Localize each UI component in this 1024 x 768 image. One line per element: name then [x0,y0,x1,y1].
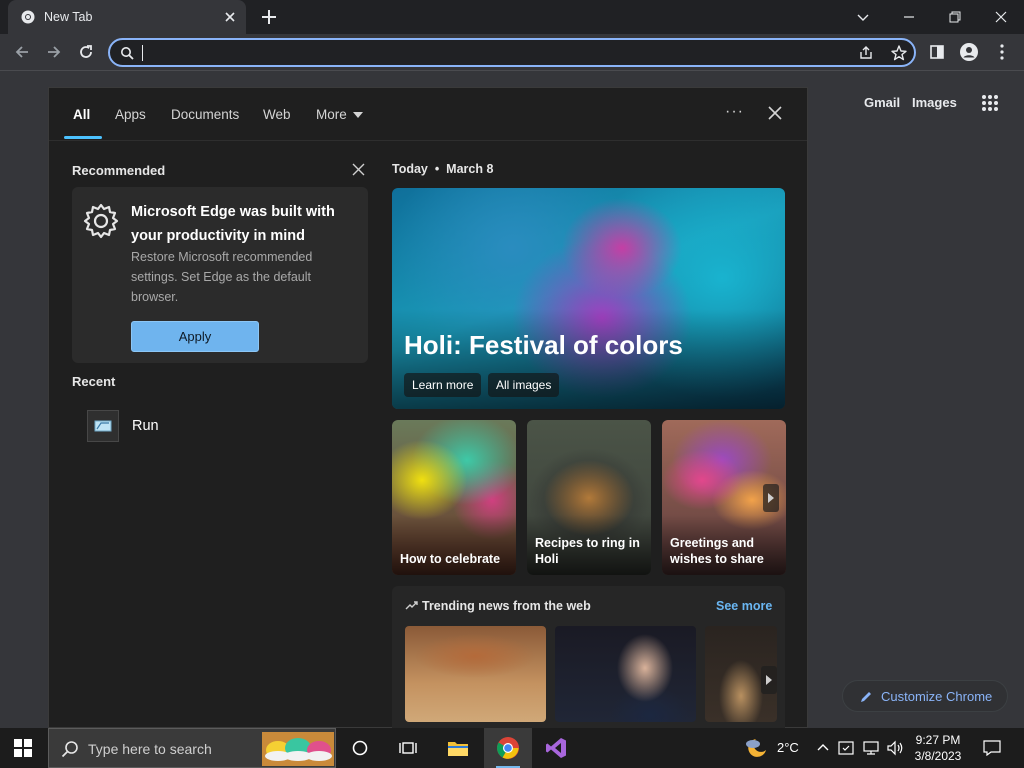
customize-chrome-button[interactable]: Customize Chrome [842,680,1008,712]
omnibox[interactable] [108,38,916,67]
restore-icon[interactable] [945,7,965,27]
tab-close-icon[interactable] [223,10,237,24]
file-explorer-icon[interactable] [434,728,482,768]
taskbar: Type here to search 2°C 9:27 PM 3/8/2023 [0,728,1024,768]
close-window-icon[interactable] [991,7,1011,27]
visual-studio-icon[interactable] [532,728,580,768]
share-icon[interactable] [858,45,874,61]
gear-icon [82,202,120,240]
recommended-heading: Recommended [72,163,166,178]
trending-icon [405,600,418,610]
apply-button[interactable]: Apply [131,321,259,352]
title-bar: New Tab [0,0,1024,34]
clock-time: 9:27 PM [915,733,961,747]
tab-apps[interactable]: Apps [115,107,146,122]
bullet-separator: • [431,162,447,176]
trending-news-section: Trending news from the web See more [392,586,785,728]
windows-search-panel: All Apps Documents Web More ··· Recommen… [48,87,808,728]
hero-image-card[interactable]: Holi: Festival of colors Learn more All … [392,188,785,409]
left-column: Recommended Microsoft Edge was built wit… [49,140,379,728]
tab-title: New Tab [44,10,93,24]
run-dialog-icon [87,410,119,442]
customize-chrome-label: Customize Chrome [881,689,993,704]
tab-search-chevron-icon[interactable] [853,7,873,27]
tab-documents[interactable]: Documents [171,107,239,122]
forward-arrow-icon[interactable] [44,42,64,62]
reload-icon[interactable] [76,42,96,62]
close-panel-icon[interactable] [768,106,782,120]
trending-heading: Trending news from the web [422,599,591,613]
clock-date: 3/8/2023 [914,749,962,763]
security-shield-icon[interactable] [838,740,854,756]
weather-moon-icon[interactable] [744,736,770,760]
temperature-label: 2°C [777,740,799,755]
tab-more[interactable]: More [316,107,347,122]
today-date: March 8 [446,162,494,176]
card-label: How to celebrate [400,552,501,566]
clock[interactable]: 9:27 PM 3/8/2023 [912,732,964,764]
tab-all[interactable]: All [73,107,90,122]
news-thumbnail[interactable] [405,626,546,722]
menu-kebab-icon[interactable] [992,42,1012,62]
back-arrow-icon[interactable] [12,42,32,62]
pencil-icon [859,690,873,704]
dismiss-recommended-icon[interactable] [352,163,365,176]
browser-tab[interactable]: New Tab [8,0,246,34]
images-link[interactable]: Images [912,95,957,110]
right-column: Today • March 8 Holi: Festival of colors… [379,140,807,728]
network-icon[interactable] [862,740,880,756]
card-label: Greetings and wishes to share [670,536,764,566]
recommended-card: Microsoft Edge was built with your produ… [72,187,368,363]
bookmark-star-icon[interactable] [890,44,908,62]
new-tab-plus-icon[interactable] [260,8,278,26]
notifications-icon[interactable] [983,740,1001,756]
chrome-favicon-icon [21,10,35,24]
search-icon [61,740,79,758]
cortana-icon[interactable] [336,728,384,768]
news-next-arrow-icon[interactable] [761,666,777,694]
gmail-link[interactable]: Gmail [864,95,900,110]
chrome-icon[interactable] [484,728,532,768]
recent-item-run[interactable]: Run [87,409,327,443]
volume-icon[interactable] [886,740,904,756]
taskbar-search-placeholder: Type here to search [88,741,212,757]
caret-down-icon[interactable] [353,112,363,118]
recommended-title: Microsoft Edge was built with your produ… [131,204,335,244]
windows-start-icon[interactable] [14,739,32,757]
side-panel-icon[interactable] [927,42,947,62]
learn-more-button[interactable]: Learn more [404,373,482,397]
show-hidden-icons-chevron-icon[interactable] [816,740,830,754]
hero-title: Holi: Festival of colors [404,330,683,360]
recent-heading: Recent [72,374,116,389]
today-date-line: Today • March 8 [392,162,493,176]
taskbar-search-box[interactable]: Type here to search [48,728,336,768]
toolbar [0,34,1024,71]
see-more-link[interactable]: See more [716,599,772,613]
google-apps-grid-icon[interactable] [981,94,999,112]
card-how-to-celebrate[interactable]: How to celebrate [392,420,516,575]
all-images-button[interactable]: All images [488,373,560,397]
card-label: Recipes to ring in Holi [535,536,640,566]
text-cursor [142,45,143,61]
news-thumbnail[interactable] [555,626,696,722]
active-tab-indicator [64,136,102,139]
today-label: Today [392,162,428,176]
task-view-icon[interactable] [384,728,432,768]
cards-next-arrow-icon[interactable] [763,484,779,512]
omnibox-input[interactable] [146,43,826,63]
recommended-description: Restore Microsoft recommended settings. … [131,250,313,304]
run-label: Run [132,418,159,434]
minimize-icon[interactable] [899,7,919,27]
search-highlight-art-icon [262,732,334,766]
more-options-icon[interactable]: ··· [725,103,744,121]
search-icon [120,46,134,60]
tab-web[interactable]: Web [263,107,291,122]
card-recipes[interactable]: Recipes to ring in Holi [527,420,651,575]
profile-avatar-icon[interactable] [959,42,979,62]
